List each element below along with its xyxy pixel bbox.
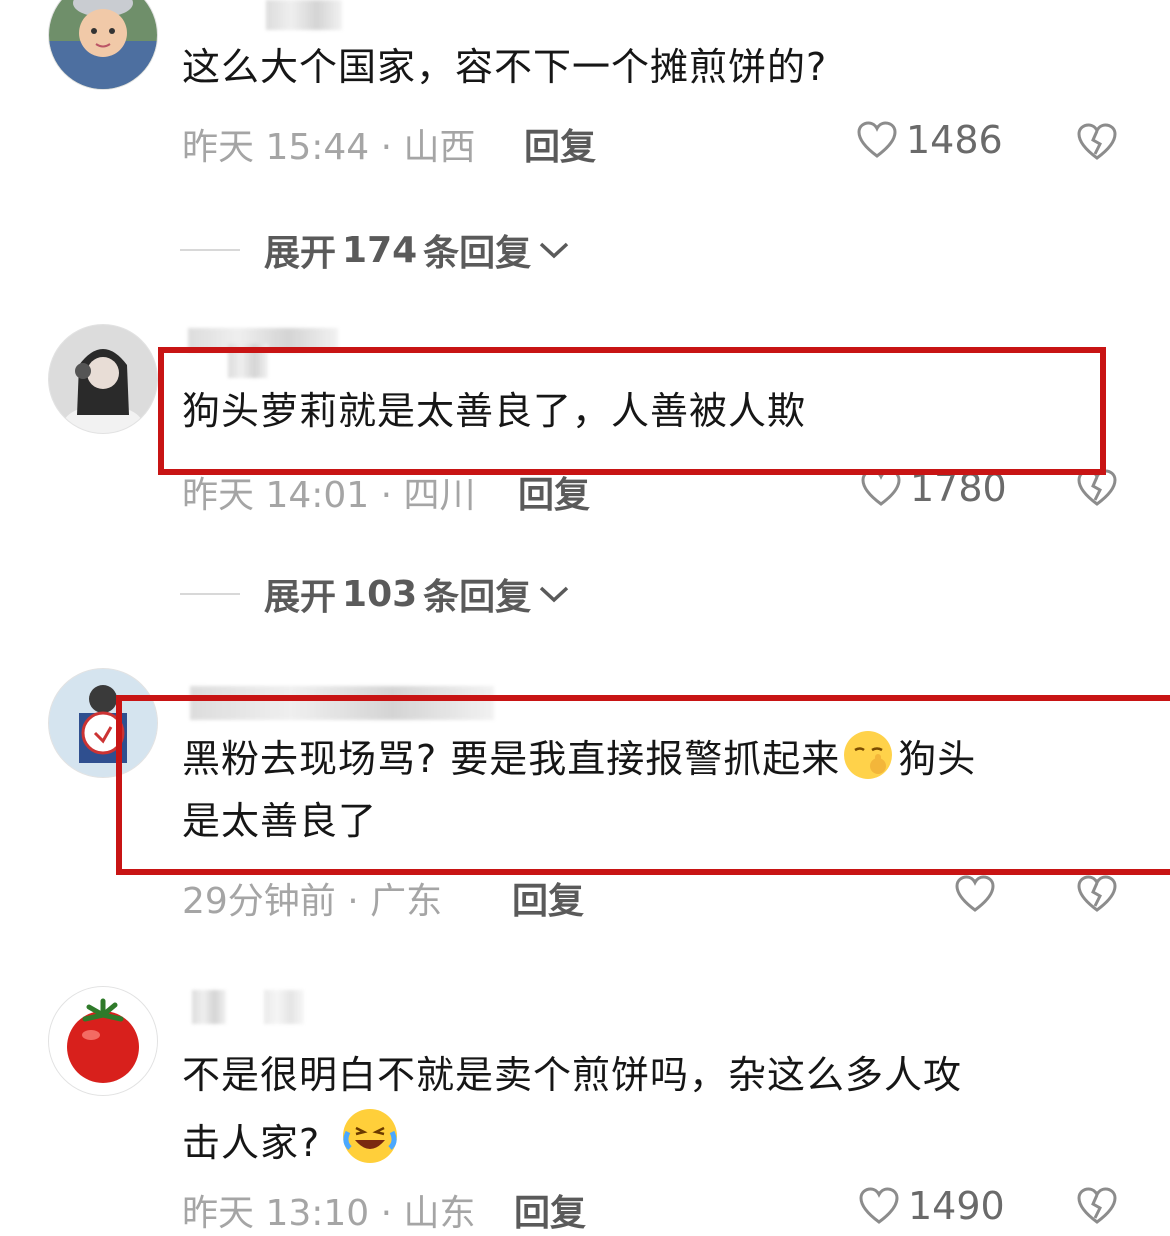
expand-replies-button[interactable]: 展开 103 条回复 xyxy=(180,568,571,620)
like-count: 1486 xyxy=(906,118,1003,162)
expand-prefix: 展开 xyxy=(264,577,337,618)
comment-meta: 昨天 15:44 · 山西 xyxy=(182,127,476,168)
expand-prefix: 展开 xyxy=(264,233,337,274)
avatar-girl[interactable] xyxy=(48,324,158,434)
avatar-baby[interactable] xyxy=(48,0,158,90)
reply-button[interactable]: 回复 xyxy=(514,1184,586,1236)
like-button[interactable] xyxy=(954,874,996,914)
comment-text-line-1: 不是很明白不就是卖个煎饼吗，杂这么多人攻 xyxy=(182,1053,963,1097)
username-blurred[interactable] xyxy=(266,0,342,30)
comment-text: 这么大个国家，容不下一个摊煎饼的? xyxy=(182,45,828,89)
highlight-box xyxy=(116,695,1170,875)
like-button[interactable]: 1490 xyxy=(858,1184,1005,1228)
comment-meta: 昨天 13:10 · 山东 xyxy=(182,1193,476,1234)
dislike-button[interactable] xyxy=(1076,874,1118,914)
chevron-down-icon xyxy=(537,574,571,615)
expand-count: 103 xyxy=(342,573,418,615)
heart-outline-icon xyxy=(858,1186,900,1226)
avatar-tomato[interactable] xyxy=(48,986,158,1096)
broken-heart-icon xyxy=(1076,874,1118,914)
username-blurred[interactable] xyxy=(264,990,304,1024)
heart-outline-icon xyxy=(856,120,898,160)
expand-count: 174 xyxy=(342,229,418,271)
dislike-button[interactable] xyxy=(1076,1186,1118,1226)
comment-text-line-2: 击人家? xyxy=(182,1106,402,1174)
like-count: 1490 xyxy=(908,1184,1005,1228)
divider-line xyxy=(180,593,240,595)
like-button[interactable]: 1486 xyxy=(856,118,1003,162)
expand-suffix: 条回复 xyxy=(423,233,532,274)
username-blurred[interactable] xyxy=(192,990,226,1024)
laughing-crying-emoji-icon xyxy=(340,1106,400,1166)
reply-button[interactable]: 回复 xyxy=(512,872,584,924)
chevron-down-icon xyxy=(537,230,571,271)
expand-replies-button[interactable]: 展开 174 条回复 xyxy=(180,224,571,276)
divider-line xyxy=(180,249,240,251)
heart-outline-icon xyxy=(954,874,996,914)
broken-heart-icon xyxy=(1076,122,1118,162)
broken-heart-icon xyxy=(1076,1186,1118,1226)
reply-button[interactable]: 回复 xyxy=(524,118,596,170)
comment-text-part: 击人家? xyxy=(182,1121,321,1165)
dislike-button[interactable] xyxy=(1076,122,1118,162)
comment-meta: 29分钟前 · 广东 xyxy=(182,881,443,922)
expand-suffix: 条回复 xyxy=(423,577,532,618)
highlight-box xyxy=(158,347,1106,475)
